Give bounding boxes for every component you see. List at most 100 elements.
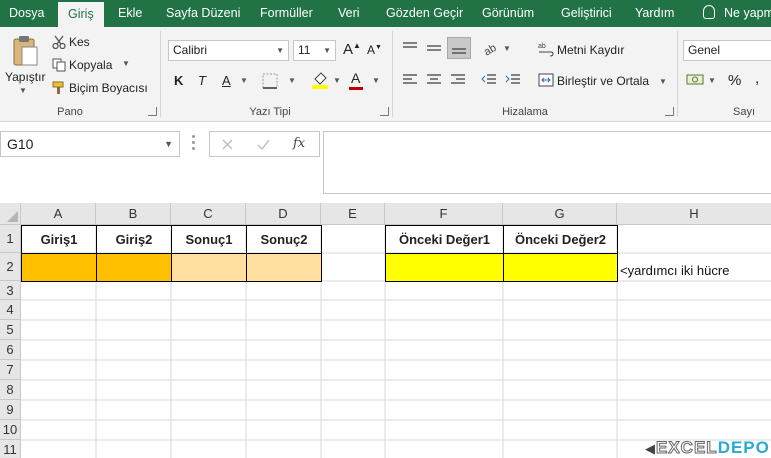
row-header-2[interactable]: 2 (0, 253, 21, 281)
resize-handle-icon[interactable] (192, 135, 196, 153)
column-header-h[interactable]: H (617, 203, 771, 225)
column-header-f[interactable]: F (385, 203, 503, 225)
percent-icon[interactable]: % (728, 72, 741, 89)
clipboard-launcher-icon[interactable] (148, 107, 157, 116)
underline-button[interactable]: A (222, 73, 231, 88)
cell-f1[interactable]: Önceki Değer1 (385, 225, 504, 254)
bold-button[interactable]: K (174, 73, 183, 88)
ribbon-separator (392, 31, 393, 117)
cell-f2[interactable] (385, 253, 504, 282)
paste-button[interactable]: Yapıştır ▼ (4, 33, 45, 99)
align-right-icon[interactable] (450, 74, 466, 86)
checkmark-icon[interactable] (257, 139, 270, 150)
font-color-swatch (349, 87, 363, 90)
number-group-label: Sayı (732, 106, 755, 118)
currency-icon[interactable] (686, 72, 706, 88)
align-bottom-button[interactable] (447, 37, 471, 59)
italic-button[interactable]: T (198, 73, 206, 88)
cell-a2[interactable] (21, 253, 97, 282)
align-top-icon[interactable] (402, 42, 418, 54)
cell-b2[interactable] (96, 253, 172, 282)
row-header-6[interactable]: 6 (0, 340, 21, 360)
orientation-chevron-down-icon[interactable]: ▼ (503, 44, 511, 53)
tab-ekle[interactable]: Ekle (118, 0, 142, 27)
currency-chevron-down-icon[interactable]: ▼ (708, 76, 716, 85)
svg-text:ab: ab (538, 43, 546, 50)
fill-color-icon[interactable] (311, 70, 329, 90)
tab-gelistirici[interactable]: Geliştirici (561, 0, 612, 27)
row-header-7[interactable]: 7 (0, 360, 21, 380)
underline-chevron-down-icon[interactable]: ▼ (240, 76, 248, 85)
ribbon-separator (160, 31, 161, 117)
column-header-c[interactable]: C (171, 203, 246, 225)
shrink-font-button[interactable]: A▼ (367, 43, 382, 57)
font-color-chevron-down-icon[interactable]: ▼ (372, 76, 380, 85)
row-header-8[interactable]: 8 (0, 380, 21, 400)
column-header-a[interactable]: A (21, 203, 96, 225)
align-middle-icon[interactable] (426, 42, 442, 54)
font-name-combo[interactable]: Calibri ▼ (168, 40, 289, 61)
grow-font-button[interactable]: A▲ (343, 41, 361, 58)
decrease-indent-icon[interactable] (481, 74, 497, 86)
formula-input[interactable] (323, 131, 771, 194)
cell-d2[interactable] (246, 253, 322, 282)
increase-indent-icon[interactable] (505, 74, 521, 86)
font-size-combo[interactable]: 11 ▼ (293, 40, 336, 61)
tab-giris[interactable]: Giriş (58, 2, 104, 27)
tab-sayfa-duzeni[interactable]: Sayfa Düzeni (166, 0, 240, 27)
align-left-icon[interactable] (402, 74, 418, 86)
merge-chevron-down-icon[interactable]: ▼ (659, 77, 667, 86)
column-header-g[interactable]: G (503, 203, 617, 225)
merge-center-button[interactable]: Birleştir ve Ortala (557, 74, 649, 88)
formula-bar: G10 ▼ fx (0, 122, 771, 207)
cut-button[interactable]: Kes (52, 34, 112, 52)
cell-d1[interactable]: Sonuç2 (246, 225, 322, 254)
align-center-icon[interactable] (426, 74, 442, 86)
comma-style-icon[interactable]: , (755, 70, 759, 87)
row-header-1[interactable]: 1 (0, 225, 21, 253)
lightbulb-icon (703, 5, 715, 19)
borders-icon[interactable] (262, 73, 278, 89)
row-header-10[interactable]: 10 (0, 420, 21, 440)
number-format-combo[interactable]: Genel (683, 40, 771, 61)
cell-g2[interactable] (503, 253, 618, 282)
tab-gorunum[interactable]: Görünüm (482, 0, 534, 27)
alignment-launcher-icon[interactable] (665, 107, 674, 116)
wrap-text-button[interactable]: Metni Kaydır (557, 43, 624, 57)
cell-g1[interactable]: Önceki Değer2 (503, 225, 618, 254)
row-header-11[interactable]: 11 (0, 440, 21, 458)
tab-gozden-gecir[interactable]: Gözden Geçir (386, 0, 463, 27)
row-header-9[interactable]: 9 (0, 400, 21, 420)
column-header-d[interactable]: D (246, 203, 321, 225)
cell-a1[interactable]: Giriş1 (21, 225, 97, 254)
name-box[interactable]: G10 ▼ (0, 131, 180, 157)
tab-dosya[interactable]: Dosya (9, 0, 44, 27)
select-all-button[interactable] (0, 203, 21, 225)
column-header-e[interactable]: E (321, 203, 385, 225)
cell-b1[interactable]: Giriş2 (96, 225, 172, 254)
copy-button[interactable]: Kopyala ▼ (52, 57, 142, 75)
font-launcher-icon[interactable] (380, 107, 389, 116)
tab-formuller[interactable]: Formüller (260, 0, 313, 27)
tell-me-search[interactable]: Ne yapm (703, 0, 771, 27)
fill-color-chevron-down-icon[interactable]: ▼ (333, 76, 341, 85)
borders-chevron-down-icon[interactable]: ▼ (288, 76, 296, 85)
format-painter-button[interactable]: Biçim Boyacısı (52, 80, 152, 98)
row-header-3[interactable]: 3 (0, 281, 21, 300)
cut-label: Kes (69, 35, 90, 49)
row-header-5[interactable]: 5 (0, 320, 21, 340)
tab-yardim[interactable]: Yardım (635, 0, 674, 27)
column-header-b[interactable]: B (96, 203, 171, 225)
orientation-icon[interactable]: ab (482, 40, 500, 56)
chevron-down-icon: ▼ (164, 139, 173, 149)
clipboard-group-label: Pano (57, 106, 83, 118)
insert-function-fx-icon[interactable]: fx (293, 136, 305, 151)
cell-c1[interactable]: Sonuç1 (171, 225, 247, 254)
cell-c2[interactable] (171, 253, 247, 282)
font-color-icon[interactable]: A (351, 70, 360, 86)
paste-chevron-down-icon: ▼ (19, 86, 27, 95)
cancel-x-icon[interactable] (222, 139, 233, 150)
row-header-4[interactable]: 4 (0, 300, 21, 320)
tab-veri[interactable]: Veri (338, 0, 360, 27)
cell-h2-note[interactable]: <yardımcı iki hücre (620, 263, 729, 278)
